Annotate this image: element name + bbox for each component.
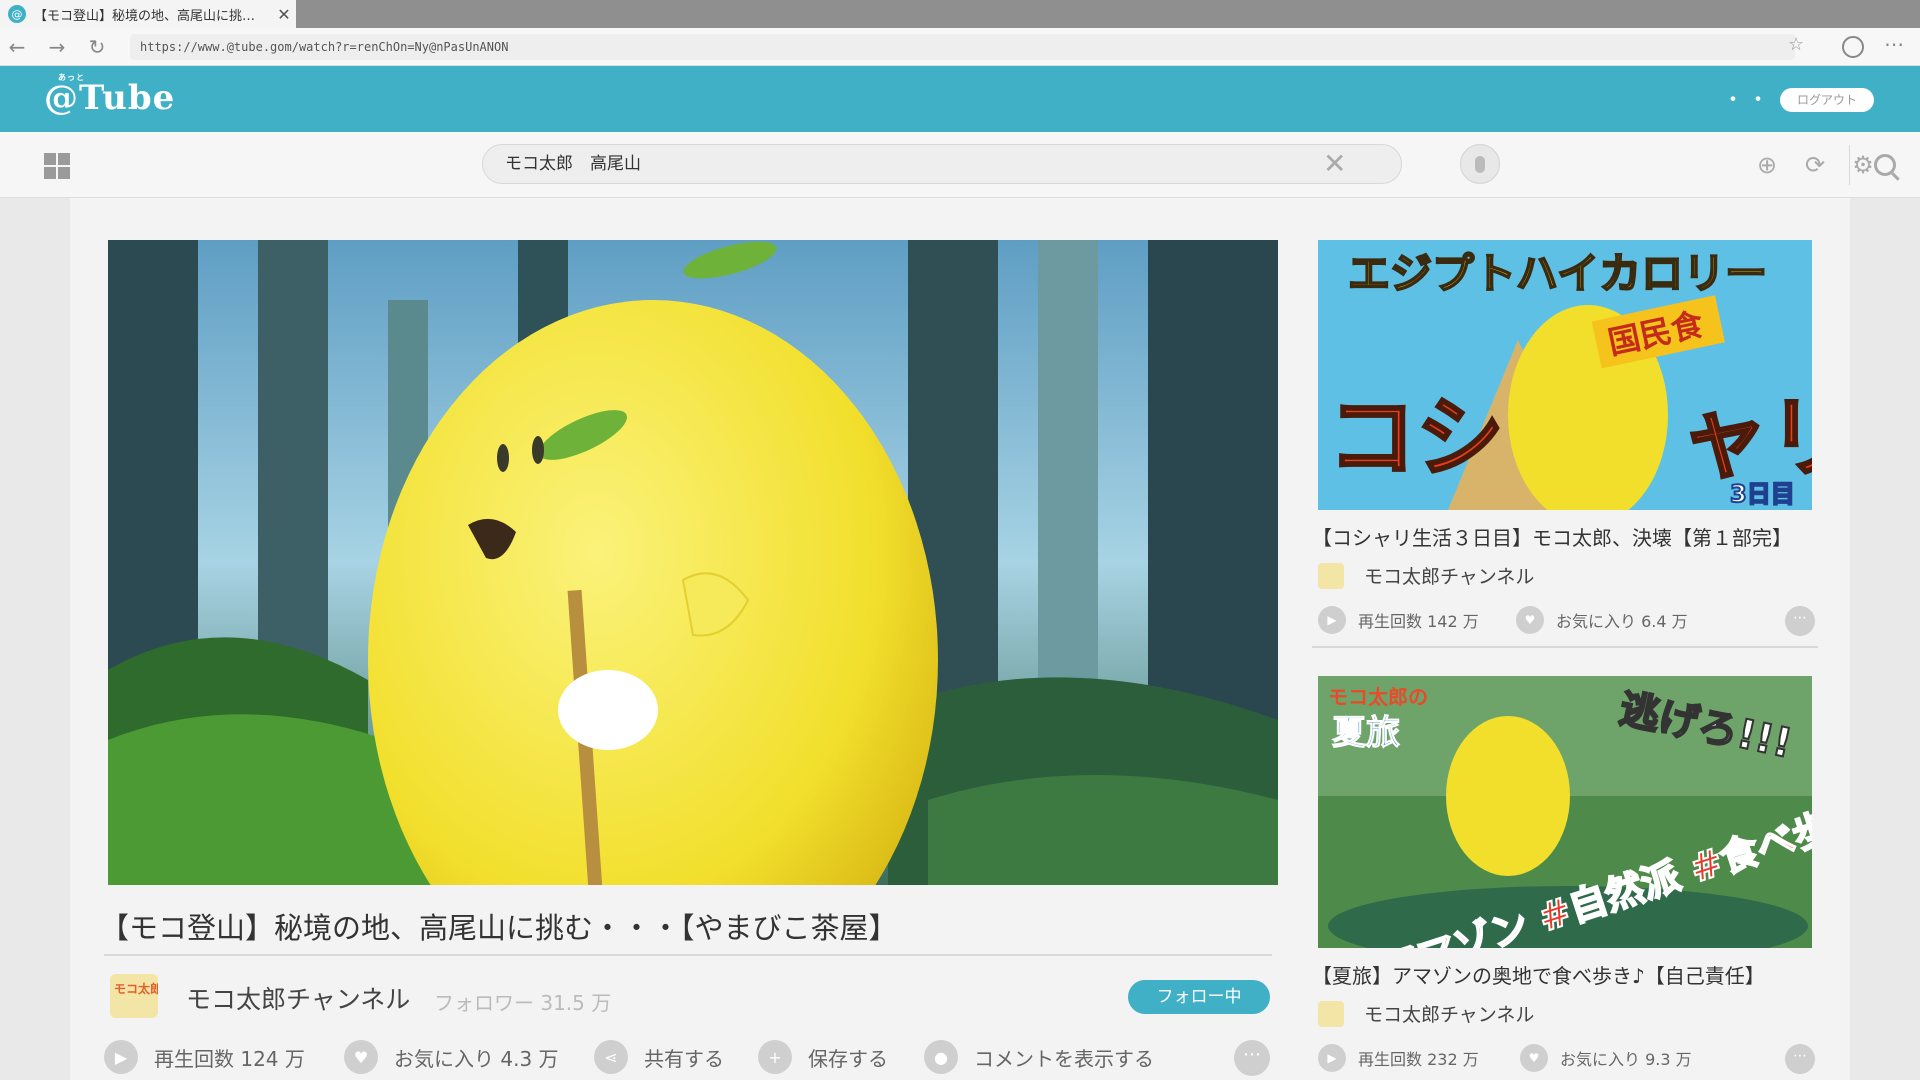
views-stat: ▶ 再生回数 124 万	[104, 1040, 305, 1074]
views-label: 再生回数 124 万	[154, 1046, 305, 1071]
play-icon: ▶	[1318, 606, 1346, 634]
logo-text: @Tube	[44, 78, 176, 118]
related-views-1: ▶ 再生回数 142 万	[1318, 606, 1479, 634]
apps-grid-icon[interactable]	[44, 153, 70, 179]
microphone-icon	[1475, 155, 1485, 173]
save-label: 保存する	[808, 1046, 888, 1071]
follower-count: フォロワー 31.5 万	[434, 991, 612, 1015]
channel-avatar-art: モコ太郎	[110, 974, 158, 1018]
clear-search-icon[interactable]: ✕	[1323, 148, 1346, 180]
search-box: モコ太郎 高尾山 ✕	[482, 144, 1896, 185]
search-input[interactable]: モコ太郎 高尾山	[505, 145, 641, 183]
url-field[interactable]: https://www.@tube.gom/watch?r=renChOn=Ny…	[130, 34, 1795, 60]
thumb-big-text: コシ ャリ	[1328, 386, 1812, 489]
logo-ruby: あっと	[58, 73, 85, 82]
search-toolbar: モコ太郎 高尾山 ✕ ⊕ ⟳ ⚙	[0, 132, 1920, 198]
related-more-icon-1[interactable]: ⋯	[1785, 606, 1815, 636]
save-button[interactable]: + 保存する	[758, 1040, 888, 1074]
share-icon: ⋖	[594, 1040, 628, 1074]
share-button[interactable]: ⋖ 共有する	[594, 1040, 724, 1074]
related-likes-label-1: お気に入り 6.4 万	[1556, 612, 1688, 631]
plus-icon: +	[758, 1040, 792, 1074]
thumbnail-art-2: モコ太郎の 夏旅 逃げろ!!! #アマゾン #自然派 #食べ歩き	[1318, 676, 1812, 948]
video-player[interactable]	[108, 240, 1278, 885]
related-favorite-2[interactable]: ♥ お気に入り 9.3 万	[1520, 1044, 1692, 1072]
close-tab-icon[interactable]: ✕	[272, 5, 296, 24]
show-comments-button[interactable]: ● コメントを表示する	[924, 1040, 1154, 1074]
related-title-1[interactable]: 【コシャリ生活３日目】モコ太郎、決壊【第１部完】	[1312, 522, 1792, 551]
more-options-icon[interactable]: ⋯	[1234, 1040, 1270, 1076]
logout-button[interactable]: ログアウト	[1780, 88, 1874, 112]
related-title-2[interactable]: 【夏旅】アマゾンの奥地で食べ歩き♪【自己責任】	[1312, 960, 1765, 989]
address-bar: ← → ↻ https://www.@tube.gom/watch?r=renC…	[0, 28, 1920, 66]
browser-menu-icon[interactable]: ⋯	[1884, 32, 1905, 56]
title-divider	[104, 954, 1272, 956]
browser-tab-strip: @ 【モコ登山】秘境の地、高尾山に挑… ✕	[0, 0, 1920, 28]
browser-tab[interactable]: @ 【モコ登山】秘境の地、高尾山に挑… ✕	[0, 0, 296, 28]
share-label: 共有する	[644, 1046, 724, 1071]
account-icon[interactable]	[1842, 36, 1864, 58]
follow-button[interactable]: フォロー中	[1128, 980, 1270, 1014]
mini-avatar	[1318, 562, 1344, 589]
related-favorite-1[interactable]: ♥ お気に入り 6.4 万	[1516, 606, 1688, 634]
settings-gear-icon[interactable]: ⚙	[1850, 151, 1876, 179]
favorite-label: お気に入り 4.3 万	[394, 1046, 559, 1071]
related-thumbnail-1[interactable]: エジプトハイカロリー 国民食 コシ ャリ 3日目	[1318, 240, 1812, 510]
related-channel-name-2: モコ太郎チャンネル	[1364, 1004, 1535, 1026]
site-logo[interactable]: あっと @Tube	[44, 73, 176, 118]
heart-icon: ♥	[1516, 606, 1544, 634]
thumb-headline: エジプトハイカロリー	[1348, 249, 1767, 298]
refresh-icon[interactable]: ⟳	[1802, 151, 1828, 179]
comment-icon: ●	[924, 1040, 958, 1074]
play-icon: ▶	[1318, 1044, 1346, 1072]
play-icon: ▶	[104, 1040, 138, 1074]
bookmark-star-icon[interactable]: ☆	[1788, 34, 1804, 55]
reload-icon[interactable]: ↻	[84, 34, 110, 60]
related-channel-1[interactable]: モコ太郎チャンネル	[1318, 562, 1534, 589]
related-views-2: ▶ 再生回数 232 万	[1318, 1044, 1479, 1072]
favorite-button[interactable]: ♥ お気に入り 4.3 万	[344, 1040, 559, 1074]
heart-icon: ♥	[344, 1040, 378, 1074]
comments-label: コメントを表示する	[974, 1046, 1154, 1071]
video-title: 【モコ登山】秘境の地、高尾山に挑む・・・【やまびこ茶屋】	[100, 911, 898, 945]
avatar-text: モコ太郎	[114, 981, 158, 996]
tab-title: 【モコ登山】秘境の地、高尾山に挑…	[34, 8, 256, 24]
thumb-brand: モコ太郎の	[1328, 685, 1428, 709]
channel-avatar[interactable]: モコ太郎	[110, 974, 158, 1018]
favicon-icon: @	[8, 5, 26, 23]
channel-name[interactable]: モコ太郎チャンネル	[186, 980, 410, 1016]
forward-arrow-icon[interactable]: →	[44, 34, 70, 60]
related-likes-label-2: お気に入り 9.3 万	[1560, 1050, 1692, 1069]
microphone-button[interactable]	[1460, 144, 1500, 184]
card-divider	[1312, 646, 1818, 648]
thumb-series: 夏旅	[1332, 713, 1400, 753]
thumb-day: 3日目	[1730, 480, 1795, 508]
video-frame	[108, 240, 1278, 885]
add-icon[interactable]: ⊕	[1754, 151, 1780, 179]
related-views-label-1: 再生回数 142 万	[1358, 612, 1479, 631]
related-thumbnail-2[interactable]: モコ太郎の 夏旅 逃げろ!!! #アマゾン #自然派 #食べ歩き	[1318, 676, 1812, 948]
related-more-icon-2[interactable]: ⋯	[1785, 1044, 1815, 1074]
heart-icon: ♥	[1520, 1044, 1548, 1072]
thumbnail-art-1: エジプトハイカロリー 国民食 コシ ャリ 3日目	[1318, 240, 1812, 510]
related-channel-2[interactable]: モコ太郎チャンネル	[1318, 1000, 1534, 1027]
site-header: あっと @Tube ・・・ ログアウト	[0, 66, 1920, 132]
search-icon	[1873, 154, 1896, 176]
mini-avatar	[1318, 1000, 1344, 1027]
back-arrow-icon[interactable]: ←	[4, 34, 30, 60]
related-channel-name-1: モコ太郎チャンネル	[1364, 566, 1535, 588]
related-views-label-2: 再生回数 232 万	[1358, 1050, 1479, 1069]
